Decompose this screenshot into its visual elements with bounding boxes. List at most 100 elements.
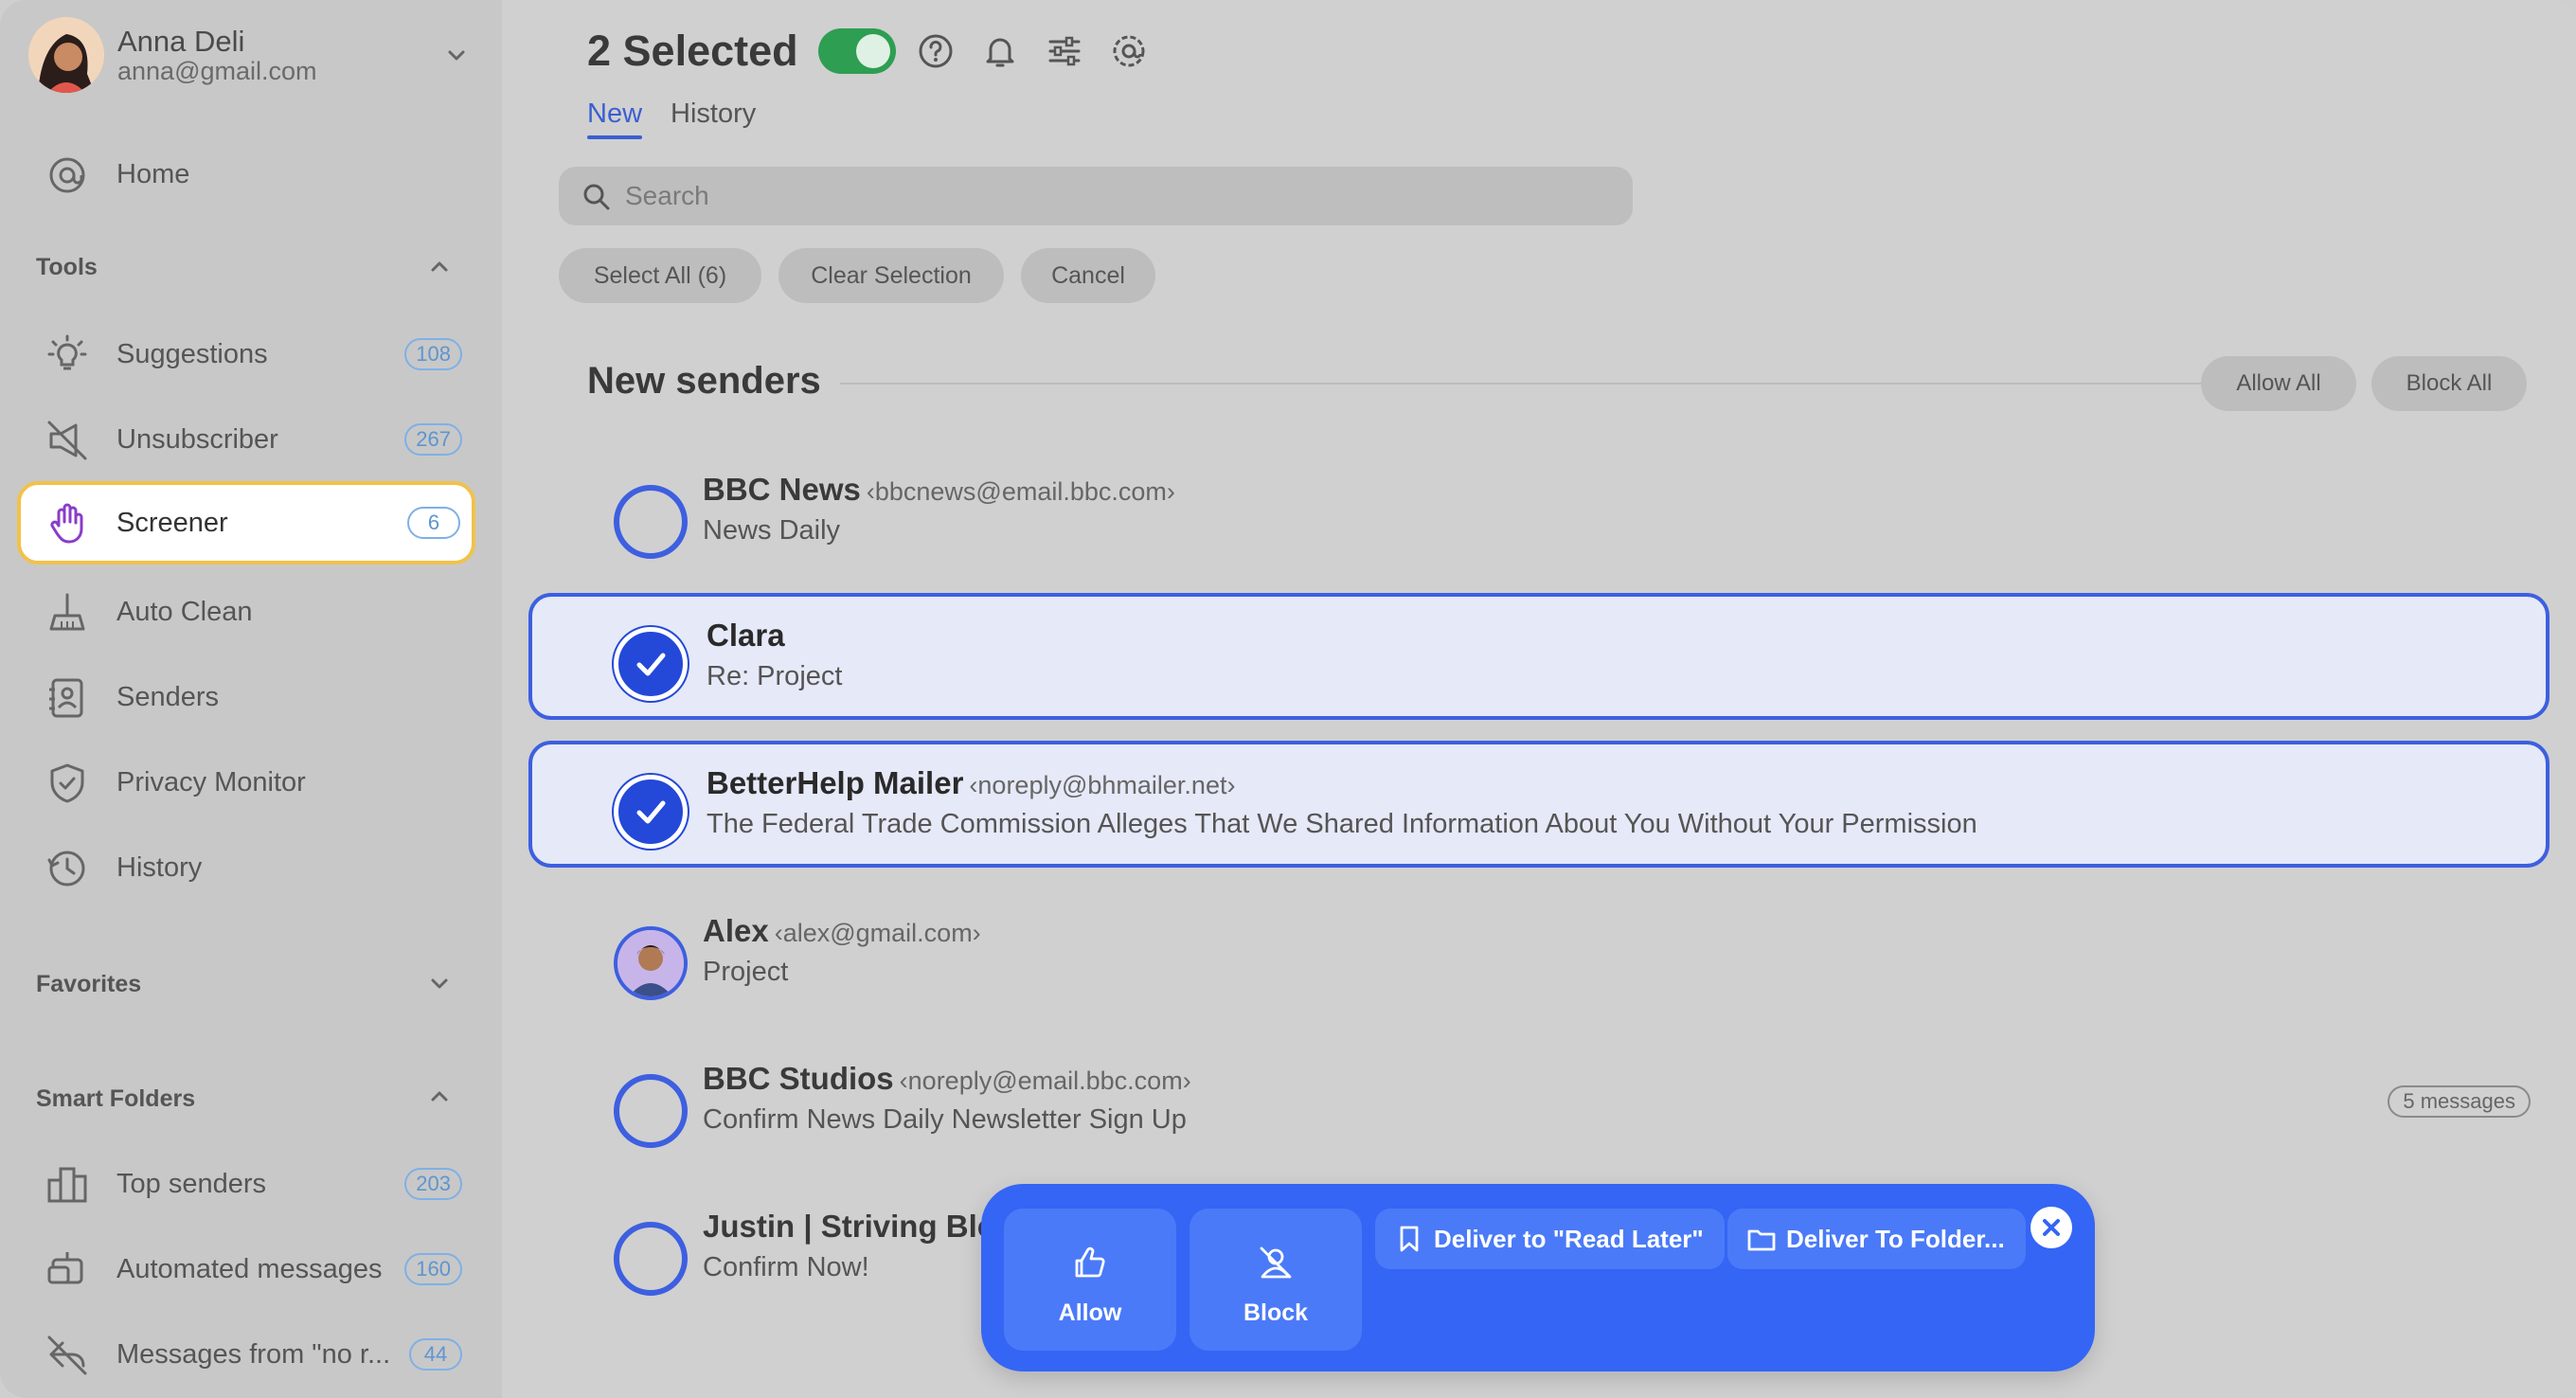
sidebar: Anna Deli anna@gmail.com Home Tools Sugg… [0, 0, 502, 1398]
chevron-down-icon[interactable] [422, 966, 456, 1000]
filter-sliders-icon[interactable] [1046, 32, 1083, 70]
folder-icon [1747, 1229, 1776, 1251]
sender-subject: News Daily [703, 515, 841, 546]
lightbulb-icon [47, 334, 87, 370]
block-button[interactable]: Block [1190, 1209, 1362, 1351]
sender-email: ‹bbcnews@email.bbc.com› [866, 477, 1175, 506]
search-bar [559, 167, 1633, 225]
tab-history[interactable]: History [671, 99, 756, 130]
contacts-icon [49, 678, 83, 718]
deliver-to-folder-button[interactable]: Deliver To Folder... [1727, 1209, 2026, 1269]
sidebar-item-auto-clean[interactable]: Auto Clean [17, 570, 475, 654]
robot-icon [47, 1252, 83, 1284]
sender-name: BBC Studios [703, 1061, 894, 1096]
count-badge: 267 [404, 423, 462, 456]
sender-email: ‹alex@gmail.com› [774, 919, 981, 947]
search-icon [583, 184, 610, 210]
app-window: Anna Deli anna@gmail.com Home Tools Sugg… [0, 0, 2576, 1398]
no-reply-icon [47, 1335, 87, 1375]
select-checkbox[interactable] [614, 1222, 688, 1296]
sidebar-item-no-reply[interactable]: Messages from "no r... 44 [17, 1313, 475, 1396]
unsubscribe-icon [47, 421, 87, 460]
sender-name: Alex [703, 913, 769, 948]
hand-icon [50, 503, 83, 544]
close-icon [2043, 1219, 2060, 1236]
sender-subject: Project [703, 957, 789, 987]
count-badge: 6 [407, 507, 460, 539]
select-checkbox-checked[interactable] [614, 775, 688, 849]
sidebar-item-privacy-monitor[interactable]: Privacy Monitor [17, 741, 475, 824]
sidebar-item-automated-messages[interactable]: Automated messages 160 [17, 1228, 475, 1311]
chevron-up-icon[interactable] [422, 250, 456, 284]
tools-heading: Tools [36, 254, 98, 280]
sidebar-item-top-senders[interactable]: Top senders 203 [17, 1142, 475, 1226]
section-title: New senders [587, 360, 821, 402]
tab-new[interactable]: New [587, 99, 643, 139]
select-checkbox[interactable] [614, 1074, 688, 1148]
select-checkbox[interactable] [614, 485, 688, 559]
smart-folders-heading: Smart Folders [36, 1085, 196, 1112]
to-folder-label: Deliver To Folder... [1786, 1224, 2005, 1253]
sender-line: Clara [707, 618, 791, 654]
sender-row-selected[interactable]: Clara Re: Project [528, 593, 2549, 720]
sender-avatar[interactable] [614, 926, 688, 1000]
block-all-button[interactable]: Block All [2371, 356, 2527, 411]
sidebar-item-label: Home [116, 158, 190, 189]
sender-name: BBC News [703, 472, 861, 507]
bulk-action-bar: Allow Block Deliver to "Read Later" Deli… [981, 1184, 2095, 1371]
sidebar-item-label: Auto Clean [116, 596, 253, 627]
sender-subject: The Federal Trade Commission Alleges Tha… [707, 809, 1977, 839]
sender-row[interactable]: BBC Studios ‹noreply@email.bbc.com› Confi… [528, 1036, 2549, 1163]
bookmark-icon [1400, 1226, 1419, 1252]
sender-row[interactable]: Alex ‹alex@gmail.com› Project [528, 888, 2549, 1015]
help-icon[interactable] [917, 32, 955, 70]
block-label: Block [1243, 1299, 1309, 1326]
close-button[interactable] [2030, 1207, 2072, 1248]
sidebar-item-label: Top senders [116, 1168, 266, 1199]
user-avatar [28, 17, 104, 93]
sidebar-item-unsubscriber[interactable]: Unsubscriber 267 [17, 398, 475, 481]
shield-icon [50, 763, 84, 803]
sender-subject: Confirm News Daily Newsletter Sign Up [703, 1104, 1187, 1135]
select-all-button[interactable]: Select All (6) [559, 248, 761, 303]
sender-row[interactable]: BBC News ‹bbcnews@email.bbc.com› News Dai… [528, 447, 2549, 574]
account-email: anna@gmail.com [117, 57, 317, 85]
sender-name: Clara [707, 618, 785, 653]
favorites-heading: Favorites [36, 971, 142, 997]
allow-all-button[interactable]: Allow All [2201, 356, 2356, 411]
sidebar-item-home[interactable]: Home [17, 133, 475, 216]
thumbs-up-icon [1075, 1246, 1105, 1278]
count-badge: 44 [409, 1338, 462, 1371]
account-switcher[interactable]: Anna Deli anna@gmail.com [28, 17, 474, 93]
clear-selection-button[interactable]: Clear Selection [778, 248, 1004, 303]
chevron-up-icon[interactable] [422, 1080, 456, 1114]
screener-toggle[interactable] [818, 28, 896, 74]
at-settings-icon[interactable] [1110, 32, 1148, 70]
broom-icon [49, 593, 85, 631]
account-name: Anna Deli [117, 25, 245, 58]
bell-icon[interactable] [981, 32, 1019, 70]
sidebar-item-senders[interactable]: Senders [17, 655, 475, 739]
sender-line: BBC Studios ‹noreply@email.bbc.com› [703, 1061, 1191, 1097]
sender-email: ‹noreply@email.bbc.com› [899, 1066, 1191, 1095]
sidebar-item-label: History [116, 851, 203, 883]
sidebar-item-history[interactable]: History [17, 826, 475, 909]
block-user-icon [1260, 1246, 1292, 1279]
search-input[interactable] [625, 176, 1610, 216]
chevron-down-icon[interactable] [439, 38, 474, 72]
sender-line: Alex ‹alex@gmail.com› [703, 913, 981, 949]
sender-row-selected[interactable]: BetterHelp Mailer ‹noreply@bhmailer.net› … [528, 741, 2549, 868]
allow-button[interactable]: Allow [1004, 1209, 1176, 1351]
sidebar-item-screener[interactable]: Screener 6 [17, 481, 475, 565]
count-badge: 108 [404, 338, 462, 370]
sender-line: BetterHelp Mailer ‹noreply@bhmailer.net› [707, 765, 1235, 801]
sidebar-item-suggestions[interactable]: Suggestions 108 [17, 313, 475, 396]
select-checkbox-checked[interactable] [614, 627, 688, 701]
sidebar-item-label: Messages from "no r... [116, 1338, 391, 1370]
cancel-button[interactable]: Cancel [1021, 248, 1155, 303]
checkmark-icon [636, 800, 666, 824]
building-icon [47, 1167, 87, 1203]
sender-subject: Re: Project [707, 661, 843, 691]
deliver-read-later-button[interactable]: Deliver to "Read Later" [1375, 1209, 1725, 1269]
at-sign-icon [49, 157, 85, 193]
